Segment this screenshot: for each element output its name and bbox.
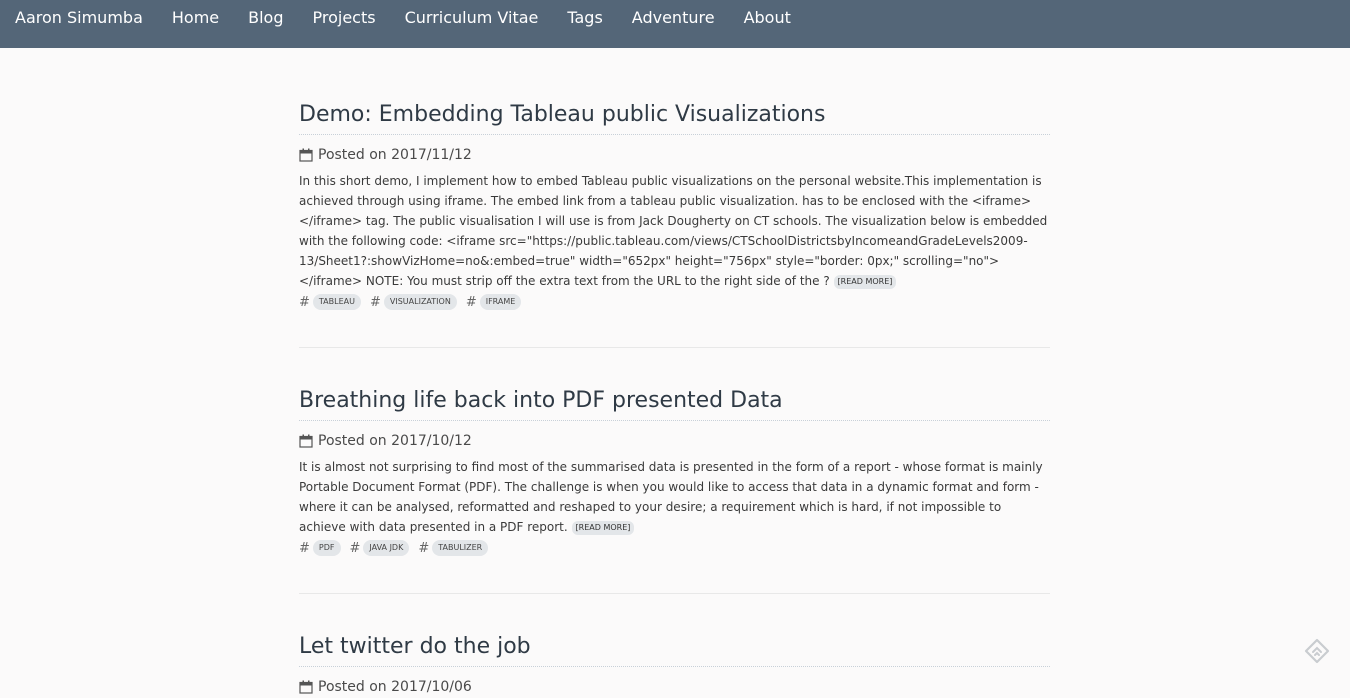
nav-item-adventure[interactable]: Adventure — [632, 10, 715, 26]
hash-icon: # — [349, 540, 361, 556]
post-list: Demo: Embedding Tableau public Visualiza… — [299, 96, 1050, 697]
nav-item-projects[interactable]: Projects — [313, 10, 376, 26]
post-meta: Posted on 2017/11/12 — [299, 145, 1050, 165]
hash-icon: # — [465, 294, 477, 310]
tag-item: # java jdk — [350, 540, 410, 556]
post-preview: Let twitter do the job Posted on 2017/10… — [299, 628, 1050, 697]
calendar-icon — [299, 434, 313, 448]
tag-link-tableau[interactable]: tableau — [312, 294, 361, 310]
site-brand-link[interactable]: Aaron Simumba — [15, 10, 143, 26]
tag-item: # pdf — [299, 540, 341, 556]
post-divider — [299, 593, 1050, 594]
tag-link-pdf[interactable]: pdf — [312, 540, 341, 556]
tag-item: # iframe — [466, 294, 522, 310]
post-date: Posted on 2017/10/06 — [318, 679, 472, 695]
hash-icon: # — [299, 540, 310, 556]
tag-link-java-jdk[interactable]: java jdk — [363, 540, 410, 556]
tag-link-tabulizer[interactable]: tabulizer — [432, 540, 489, 556]
nav-item-blog[interactable]: Blog — [248, 10, 283, 26]
top-navbar: Aaron Simumba Home Blog Projects Curricu… — [0, 0, 1350, 48]
post-summary-text: In this short demo, I implement how to e… — [299, 174, 1048, 288]
tag-link-iframe[interactable]: iframe — [479, 294, 522, 310]
nav-item-home[interactable]: Home — [172, 10, 219, 26]
post-date: Posted on 2017/11/12 — [318, 147, 472, 163]
post-meta: Posted on 2017/10/12 — [299, 431, 1050, 451]
post-meta: Posted on 2017/10/06 — [299, 677, 1050, 697]
post-preview: Demo: Embedding Tableau public Visualiza… — [299, 96, 1050, 311]
post-tags: # tableau # visualization # iframe — [299, 293, 1050, 311]
hash-icon: # — [369, 294, 381, 310]
tag-link-visualization[interactable]: visualization — [383, 294, 457, 310]
post-summary: In this short demo, I implement how to e… — [299, 171, 1050, 291]
nav-item-about[interactable]: About — [744, 10, 791, 26]
post-summary-text: It is almost not surprising to find most… — [299, 460, 1043, 534]
tag-item: # tableau — [299, 294, 361, 310]
nav-item-tags[interactable]: Tags — [567, 10, 602, 26]
calendar-icon — [299, 680, 313, 694]
calendar-icon — [299, 148, 313, 162]
tag-item: # tabulizer — [418, 540, 489, 556]
post-title-link[interactable]: Breathing life back into PDF presented D… — [299, 382, 1050, 421]
nav-item-curriculum-vitae[interactable]: Curriculum Vitae — [405, 10, 539, 26]
hash-icon: # — [418, 540, 430, 556]
feedly-icon[interactable] — [1303, 637, 1331, 665]
post-title-link[interactable]: Demo: Embedding Tableau public Visualiza… — [299, 96, 1050, 135]
post-divider — [299, 347, 1050, 348]
hash-icon: # — [299, 294, 310, 310]
read-more-link[interactable]: [Read More] — [833, 274, 897, 289]
post-date: Posted on 2017/10/12 — [318, 433, 472, 449]
post-preview: Breathing life back into PDF presented D… — [299, 382, 1050, 557]
read-more-link[interactable]: [Read More] — [571, 520, 635, 535]
post-summary: It is almost not surprising to find most… — [299, 457, 1050, 537]
tag-item: # visualization — [370, 294, 457, 310]
post-title-link[interactable]: Let twitter do the job — [299, 628, 1050, 667]
post-tags: # pdf # java jdk # tabulizer — [299, 539, 1050, 557]
